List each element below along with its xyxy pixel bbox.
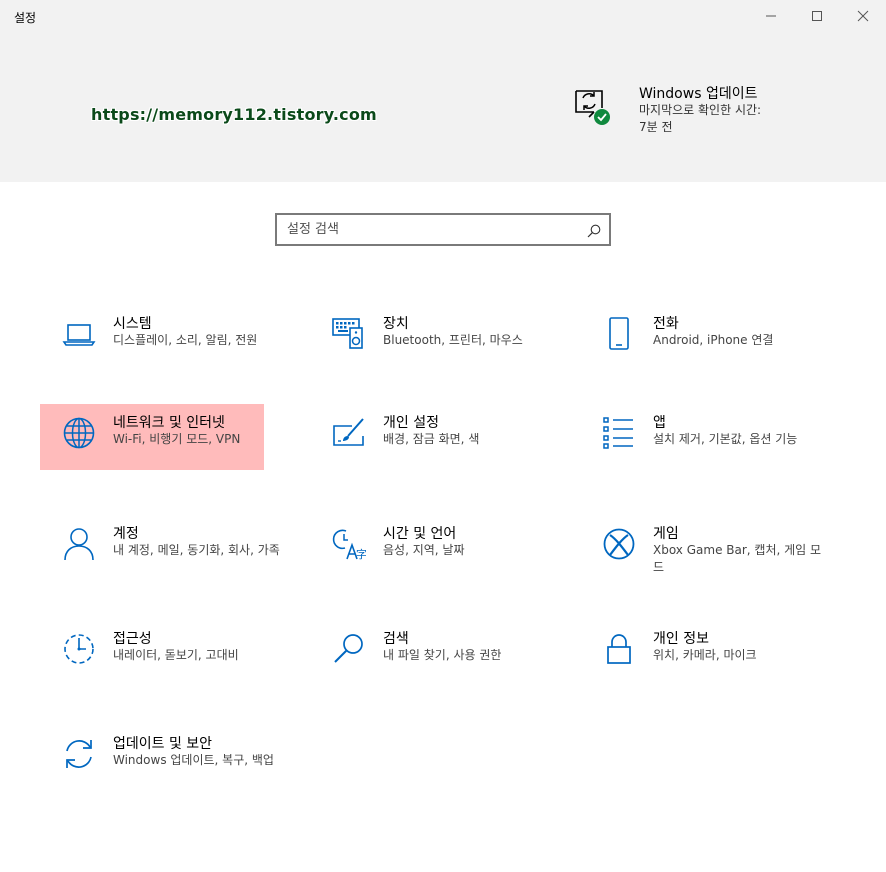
paint-brush-icon	[332, 416, 366, 450]
category-title: 검색	[383, 631, 409, 647]
watermark-text: https://memory112.tistory.com	[91, 105, 377, 124]
category-network[interactable]: 네트워크 및 인터넷 Wi-Fi, 비행기 모드, VPN	[40, 404, 264, 470]
lock-icon	[602, 632, 636, 666]
keyboard-speaker-icon	[332, 317, 366, 351]
close-button[interactable]	[840, 0, 886, 32]
minimize-button[interactable]	[748, 0, 794, 32]
category-system[interactable]: 시스템 디스플레이, 소리, 알림, 전원	[40, 305, 264, 371]
category-phone[interactable]: 전화 Android, iPhone 연결	[580, 305, 804, 371]
globe-icon	[62, 416, 96, 450]
category-desc: 음성, 지역, 날짜	[383, 543, 465, 557]
xbox-icon	[602, 527, 636, 561]
category-time-language[interactable]: 字 시간 및 언어 음성, 지역, 날짜	[310, 515, 534, 581]
category-title: 시간 및 언어	[383, 526, 457, 542]
category-desc: 디스플레이, 소리, 알림, 전원	[113, 333, 258, 347]
svg-text:字: 字	[356, 547, 366, 561]
update-title: Windows 업데이트	[639, 86, 758, 102]
window-title: 설정	[14, 11, 37, 25]
update-subtitle: 마지막으로 확인한 시간: 7분 전	[639, 103, 762, 134]
category-desc: 내 계정, 메일, 동기화, 회사, 가족	[113, 543, 280, 557]
windows-update-check-icon	[572, 82, 614, 126]
category-gaming[interactable]: 게임 Xbox Game Bar, 캡처, 게임 모드	[580, 515, 821, 581]
category-title: 전화	[653, 316, 679, 332]
search-icon	[332, 632, 366, 666]
minimize-icon	[765, 10, 777, 22]
laptop-icon	[62, 317, 96, 351]
maximize-button[interactable]	[794, 0, 840, 32]
category-desc: 내 파일 찾기, 사용 권한	[383, 648, 502, 662]
category-desc: 내레이터, 돋보기, 고대비	[113, 648, 239, 662]
category-desc: Android, iPhone 연결	[653, 333, 774, 347]
category-title: 게임	[653, 526, 679, 542]
settings-search-box[interactable]	[275, 213, 611, 246]
category-desc: Xbox Game Bar, 캡처, 게임 모드	[653, 543, 822, 574]
phone-icon	[602, 317, 636, 351]
category-title: 시스템	[113, 316, 152, 332]
category-title: 접근성	[113, 631, 152, 647]
category-title: 장치	[383, 316, 409, 332]
search-icon[interactable]	[587, 223, 601, 242]
category-title: 계정	[113, 526, 139, 542]
sync-icon	[62, 737, 96, 771]
category-title: 개인 설정	[383, 415, 439, 431]
time-language-icon: 字	[332, 527, 366, 561]
header-band: 설정 https://memory112.tistory.com Windows…	[0, 0, 886, 182]
category-personalization[interactable]: 개인 설정 배경, 잠금 화면, 색	[310, 404, 534, 470]
category-privacy[interactable]: 개인 정보 위치, 카메라, 마이크	[580, 620, 804, 686]
category-title: 개인 정보	[653, 631, 709, 647]
category-desc: Bluetooth, 프린터, 마우스	[383, 333, 523, 347]
category-title: 앱	[653, 415, 666, 431]
category-search[interactable]: 검색 내 파일 찾기, 사용 권한	[310, 620, 534, 686]
category-desc: 배경, 잠금 화면, 색	[383, 432, 480, 446]
close-icon	[857, 10, 869, 22]
category-apps[interactable]: 앱 설치 제거, 기본값, 옵션 기능	[580, 404, 804, 470]
category-desc: Wi-Fi, 비행기 모드, VPN	[113, 432, 241, 446]
category-accounts[interactable]: 계정 내 계정, 메일, 동기화, 회사, 가족	[40, 515, 280, 581]
category-title: 업데이트 및 보안	[113, 736, 213, 752]
category-desc: Windows 업데이트, 복구, 백업	[113, 753, 274, 767]
category-update-security[interactable]: 업데이트 및 보안 Windows 업데이트, 복구, 백업	[40, 725, 274, 791]
category-desc: 위치, 카메라, 마이크	[653, 648, 757, 662]
maximize-icon	[811, 10, 823, 22]
category-devices[interactable]: 장치 Bluetooth, 프린터, 마우스	[310, 305, 534, 371]
person-icon	[62, 527, 96, 561]
app-list-icon	[602, 416, 636, 450]
category-desc: 설치 제거, 기본값, 옵션 기능	[653, 432, 798, 446]
ease-of-access-icon	[62, 632, 96, 666]
category-ease-of-access[interactable]: 접근성 내레이터, 돋보기, 고대비	[40, 620, 264, 686]
category-title: 네트워크 및 인터넷	[113, 415, 225, 431]
search-input[interactable]	[287, 215, 577, 244]
